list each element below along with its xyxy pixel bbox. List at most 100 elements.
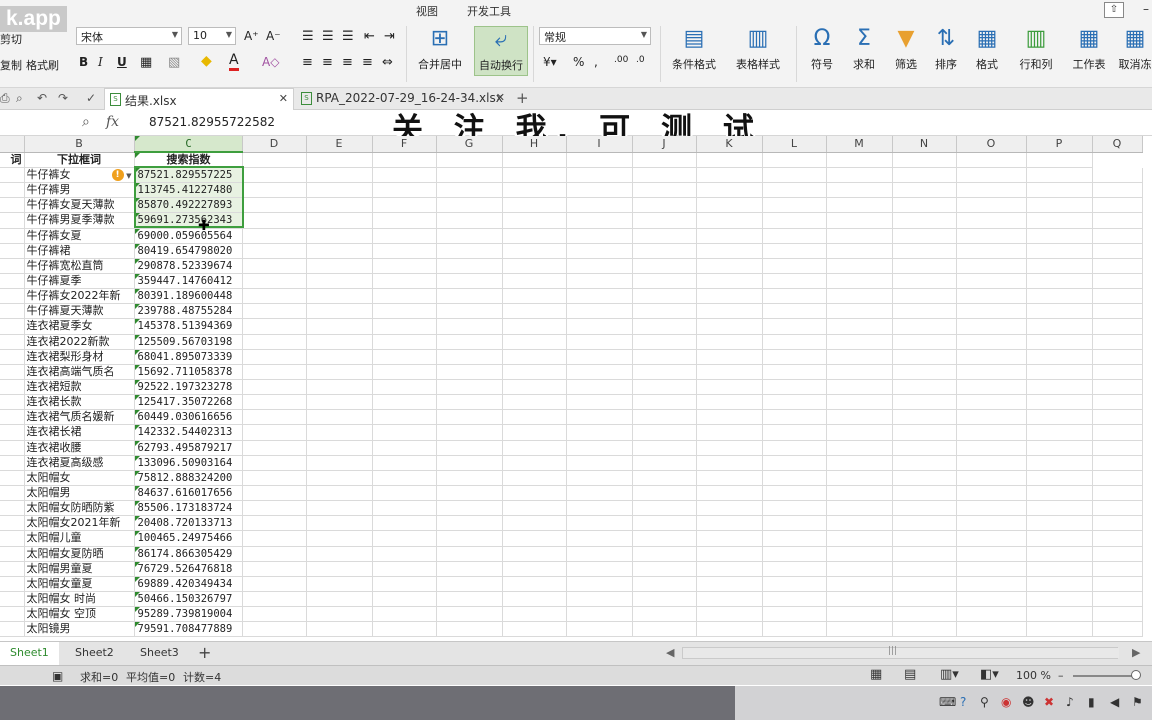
cell[interactable] [372,197,437,214]
cell[interactable] [892,424,957,441]
cell[interactable] [242,258,307,274]
cell[interactable] [762,394,827,411]
cell[interactable] [892,530,957,547]
cell[interactable] [436,243,503,259]
cell[interactable] [306,182,373,199]
cell[interactable] [372,576,437,592]
cell[interactable] [1026,197,1093,214]
cell[interactable] [956,546,1027,562]
cell[interactable] [1092,243,1143,259]
cell-c1[interactable]: 搜索指数 [134,152,243,168]
search-index-cell[interactable]: 20408.720133713 [134,515,243,532]
cell[interactable] [502,470,567,486]
cell[interactable] [762,167,827,184]
cell[interactable] [826,424,893,441]
cell[interactable] [956,455,1027,471]
search-index-cell[interactable]: 133096.50903164 [134,455,243,471]
cell[interactable] [566,485,633,502]
cell[interactable] [826,212,893,229]
cell[interactable] [436,152,503,168]
cell[interactable] [826,318,893,335]
cell[interactable] [0,379,25,396]
cell[interactable] [1092,167,1143,184]
cell[interactable] [372,364,437,380]
cell[interactable] [956,606,1027,623]
cell[interactable] [892,591,957,608]
minimize-icon[interactable]: – [1136,2,1152,18]
cell[interactable] [1092,455,1143,471]
cell[interactable] [306,424,373,441]
cell[interactable] [502,379,567,396]
cell[interactable] [242,243,307,259]
column-header-m[interactable]: M [826,136,893,153]
cell[interactable] [762,561,827,577]
cell[interactable] [242,288,307,305]
page-break-icon[interactable]: ▥▾ [940,667,959,682]
align-center-icon[interactable]: ≡ [322,55,333,70]
cell[interactable] [1026,318,1093,335]
cell[interactable] [566,530,633,547]
cell[interactable] [892,318,957,335]
cell[interactable] [826,591,893,608]
cell[interactable] [826,440,893,456]
cell[interactable] [1026,576,1093,592]
cell[interactable] [566,440,633,456]
cell[interactable] [696,228,763,244]
cell[interactable] [892,167,957,184]
search-index-cell[interactable]: 142332.54402313 [134,424,243,441]
reading-mode-icon[interactable]: ◧▾ [980,667,999,682]
cell[interactable] [502,515,567,532]
cell[interactable] [0,334,25,350]
cell[interactable] [1092,440,1143,456]
flag-icon[interactable]: ⚑ [1132,695,1143,709]
cell[interactable] [826,546,893,562]
horizontal-scrollbar[interactable]: ||| [682,646,1119,659]
keyword-cell[interactable]: 连衣裙高端气质名 [24,364,135,380]
cell[interactable] [242,621,307,638]
cell[interactable] [632,258,697,274]
cell[interactable] [502,455,567,471]
cell[interactable] [826,455,893,471]
cell[interactable] [372,470,437,486]
cell[interactable] [956,303,1027,320]
sheet-tab-sheet3[interactable]: Sheet3 [130,642,189,665]
cell[interactable] [696,334,763,350]
cell[interactable] [762,576,827,592]
scroll-right-icon[interactable]: ▶ [1132,646,1140,659]
cell[interactable] [1026,288,1093,305]
cell[interactable] [956,440,1027,456]
cell[interactable] [1026,212,1093,229]
cell[interactable] [1092,288,1143,305]
cell[interactable] [1092,485,1143,502]
cell[interactable] [956,318,1027,335]
cell[interactable] [242,212,307,229]
cell[interactable] [892,394,957,411]
print-icon[interactable]: ⎙ [0,91,10,106]
cell[interactable] [762,243,827,259]
cell[interactable] [696,379,763,396]
search-index-cell[interactable]: 59691.273562343 [134,212,243,229]
cell[interactable] [696,197,763,214]
cell[interactable] [502,561,567,577]
cell[interactable] [436,546,503,562]
cell[interactable] [566,621,633,638]
cell[interactable] [372,288,437,305]
cell[interactable] [762,349,827,365]
cell[interactable] [566,228,633,244]
cell[interactable] [436,576,503,592]
fill-color-icon[interactable]: ◆ [201,53,212,69]
cell[interactable] [306,530,373,547]
cell[interactable] [436,470,503,486]
cell[interactable] [566,303,633,320]
cell[interactable] [306,273,373,290]
search-index-cell[interactable]: 62793.495879217 [134,440,243,456]
cell[interactable] [502,500,567,517]
cell[interactable] [826,152,893,168]
keyword-cell[interactable]: 连衣裙2022新款 [24,334,135,350]
cell[interactable] [632,364,697,380]
cell[interactable] [632,546,697,562]
cell[interactable] [306,228,373,244]
justify-icon[interactable]: ≡ [362,55,373,70]
cell[interactable] [892,379,957,396]
cell[interactable] [632,485,697,502]
